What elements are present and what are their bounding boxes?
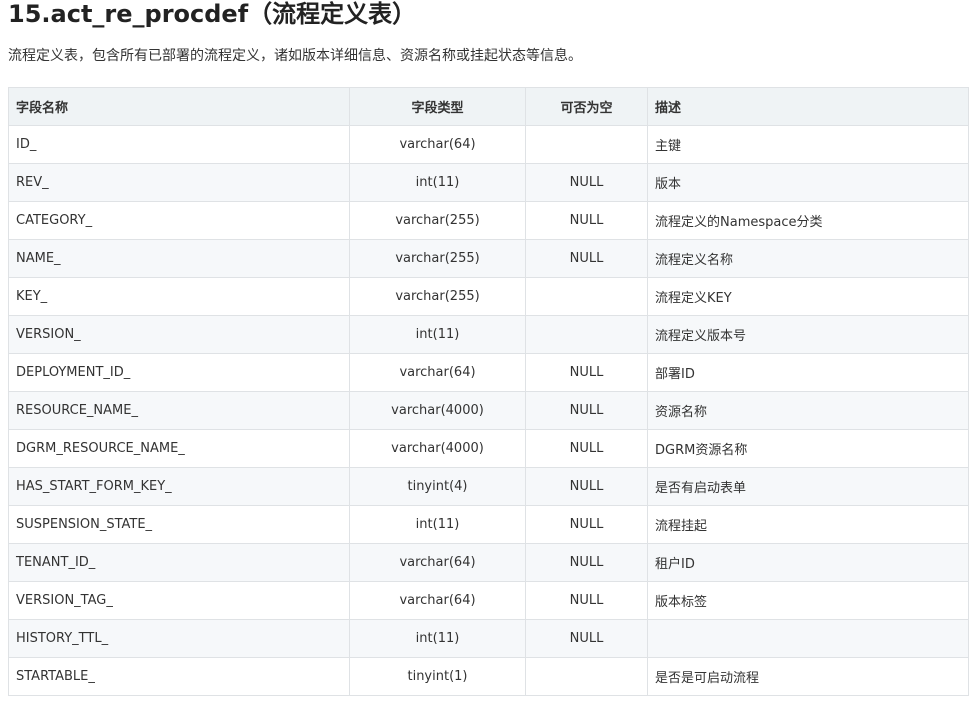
cell-nullable: NULL	[525, 391, 648, 430]
cell-field-name: NAME_	[8, 239, 350, 278]
cell-field-type: int(11)	[349, 619, 526, 658]
table-row: SUSPENSION_STATE_ int(11) NULL 流程挂起	[8, 505, 969, 544]
header-field-type: 字段类型	[349, 87, 526, 126]
table-row: DEPLOYMENT_ID_ varchar(64) NULL 部署ID	[8, 353, 969, 392]
cell-field-type: tinyint(4)	[349, 467, 526, 506]
cell-field-type: varchar(255)	[349, 201, 526, 240]
cell-nullable: NULL	[525, 201, 648, 240]
cell-nullable: NULL	[525, 163, 648, 202]
table-row: VERSION_ int(11) 流程定义版本号	[8, 315, 969, 354]
cell-description: 流程定义KEY	[647, 277, 969, 316]
cell-field-type: varchar(64)	[349, 353, 526, 392]
cell-description: 流程定义版本号	[647, 315, 969, 354]
cell-description: 版本	[647, 163, 969, 202]
cell-field-type: varchar(4000)	[349, 429, 526, 468]
header-description: 描述	[647, 87, 969, 126]
field-table-body: ID_ varchar(64) 主键 REV_ int(11) NULL 版本 CATEGOR…	[8, 125, 969, 696]
cell-nullable: NULL	[525, 429, 648, 468]
document-page: 15.act_re_procdef（流程定义表） 流程定义表，包含所有已部署的流…	[0, 0, 973, 717]
cell-description: 部署ID	[647, 353, 969, 392]
cell-field-name: RESOURCE_NAME_	[8, 391, 350, 430]
table-row: HISTORY_TTL_ int(11) NULL	[8, 619, 969, 658]
table-row: VERSION_TAG_ varchar(64) NULL 版本标签	[8, 581, 969, 620]
table-row: ID_ varchar(64) 主键	[8, 125, 969, 164]
cell-field-type: varchar(64)	[349, 125, 526, 164]
cell-field-type: varchar(4000)	[349, 391, 526, 430]
cell-field-name: CATEGORY_	[8, 201, 350, 240]
table-row: REV_ int(11) NULL 版本	[8, 163, 969, 202]
cell-description: 租户ID	[647, 543, 969, 582]
section-heading: 15.act_re_procdef（流程定义表）	[8, 0, 417, 28]
cell-description: 是否是可启动流程	[647, 657, 969, 696]
cell-field-name: REV_	[8, 163, 350, 202]
cell-description: 资源名称	[647, 391, 969, 430]
cell-field-type: int(11)	[349, 315, 526, 354]
cell-description: 是否有启动表单	[647, 467, 969, 506]
cell-field-type: int(11)	[349, 163, 526, 202]
header-field-name: 字段名称	[8, 87, 350, 126]
cell-description: DGRM资源名称	[647, 429, 969, 468]
cell-description: 流程定义的Namespace分类	[647, 201, 969, 240]
cell-nullable: NULL	[525, 505, 648, 544]
cell-field-name: HISTORY_TTL_	[8, 619, 350, 658]
table-row: NAME_ varchar(255) NULL 流程定义名称	[8, 239, 969, 278]
cell-nullable	[525, 125, 648, 164]
header-row: 字段名称 字段类型 可否为空 描述	[8, 87, 969, 126]
table-row: TENANT_ID_ varchar(64) NULL 租户ID	[8, 543, 969, 582]
cell-description: 主键	[647, 125, 969, 164]
cell-description: 流程定义名称	[647, 239, 969, 278]
header-nullable: 可否为空	[525, 87, 648, 126]
cell-field-name: DEPLOYMENT_ID_	[8, 353, 350, 392]
field-table: 字段名称 字段类型 可否为空 描述 ID_ varchar(64) 主键 REV_ in…	[8, 87, 969, 696]
table-row: HAS_START_FORM_KEY_ tinyint(4) NULL 是否有启动表单	[8, 467, 969, 506]
cell-field-type: varchar(255)	[349, 277, 526, 316]
cell-nullable: NULL	[525, 543, 648, 582]
cell-field-name: DGRM_RESOURCE_NAME_	[8, 429, 350, 468]
cell-nullable: NULL	[525, 239, 648, 278]
cell-nullable: NULL	[525, 581, 648, 620]
table-row: STARTABLE_ tinyint(1) 是否是可启动流程	[8, 657, 969, 696]
cell-field-type: varchar(64)	[349, 581, 526, 620]
cell-field-name: HAS_START_FORM_KEY_	[8, 467, 350, 506]
cell-field-name: ID_	[8, 125, 350, 164]
cell-description	[647, 619, 969, 658]
cell-field-name: STARTABLE_	[8, 657, 350, 696]
cell-nullable	[525, 315, 648, 354]
section-description: 流程定义表，包含所有已部署的流程定义，诸如版本详细信息、资源名称或挂起状态等信息…	[8, 48, 582, 64]
cell-field-name: VERSION_	[8, 315, 350, 354]
cell-field-name: KEY_	[8, 277, 350, 316]
table-row: RESOURCE_NAME_ varchar(4000) NULL 资源名称	[8, 391, 969, 430]
table-row: CATEGORY_ varchar(255) NULL 流程定义的Namespace分…	[8, 201, 969, 240]
cell-nullable	[525, 657, 648, 696]
cell-field-name: VERSION_TAG_	[8, 581, 350, 620]
cell-nullable: NULL	[525, 619, 648, 658]
table-row: DGRM_RESOURCE_NAME_ varchar(4000) NULL DGRM…	[8, 429, 969, 468]
cell-field-type: varchar(64)	[349, 543, 526, 582]
field-table-header: 字段名称 字段类型 可否为空 描述	[8, 87, 969, 126]
cell-field-name: TENANT_ID_	[8, 543, 350, 582]
cell-description: 版本标签	[647, 581, 969, 620]
cell-field-type: int(11)	[349, 505, 526, 544]
cell-nullable	[525, 277, 648, 316]
cell-field-type: tinyint(1)	[349, 657, 526, 696]
table-row: KEY_ varchar(255) 流程定义KEY	[8, 277, 969, 316]
cell-nullable: NULL	[525, 353, 648, 392]
cell-field-type: varchar(255)	[349, 239, 526, 278]
cell-description: 流程挂起	[647, 505, 969, 544]
cell-field-name: SUSPENSION_STATE_	[8, 505, 350, 544]
cell-nullable: NULL	[525, 467, 648, 506]
